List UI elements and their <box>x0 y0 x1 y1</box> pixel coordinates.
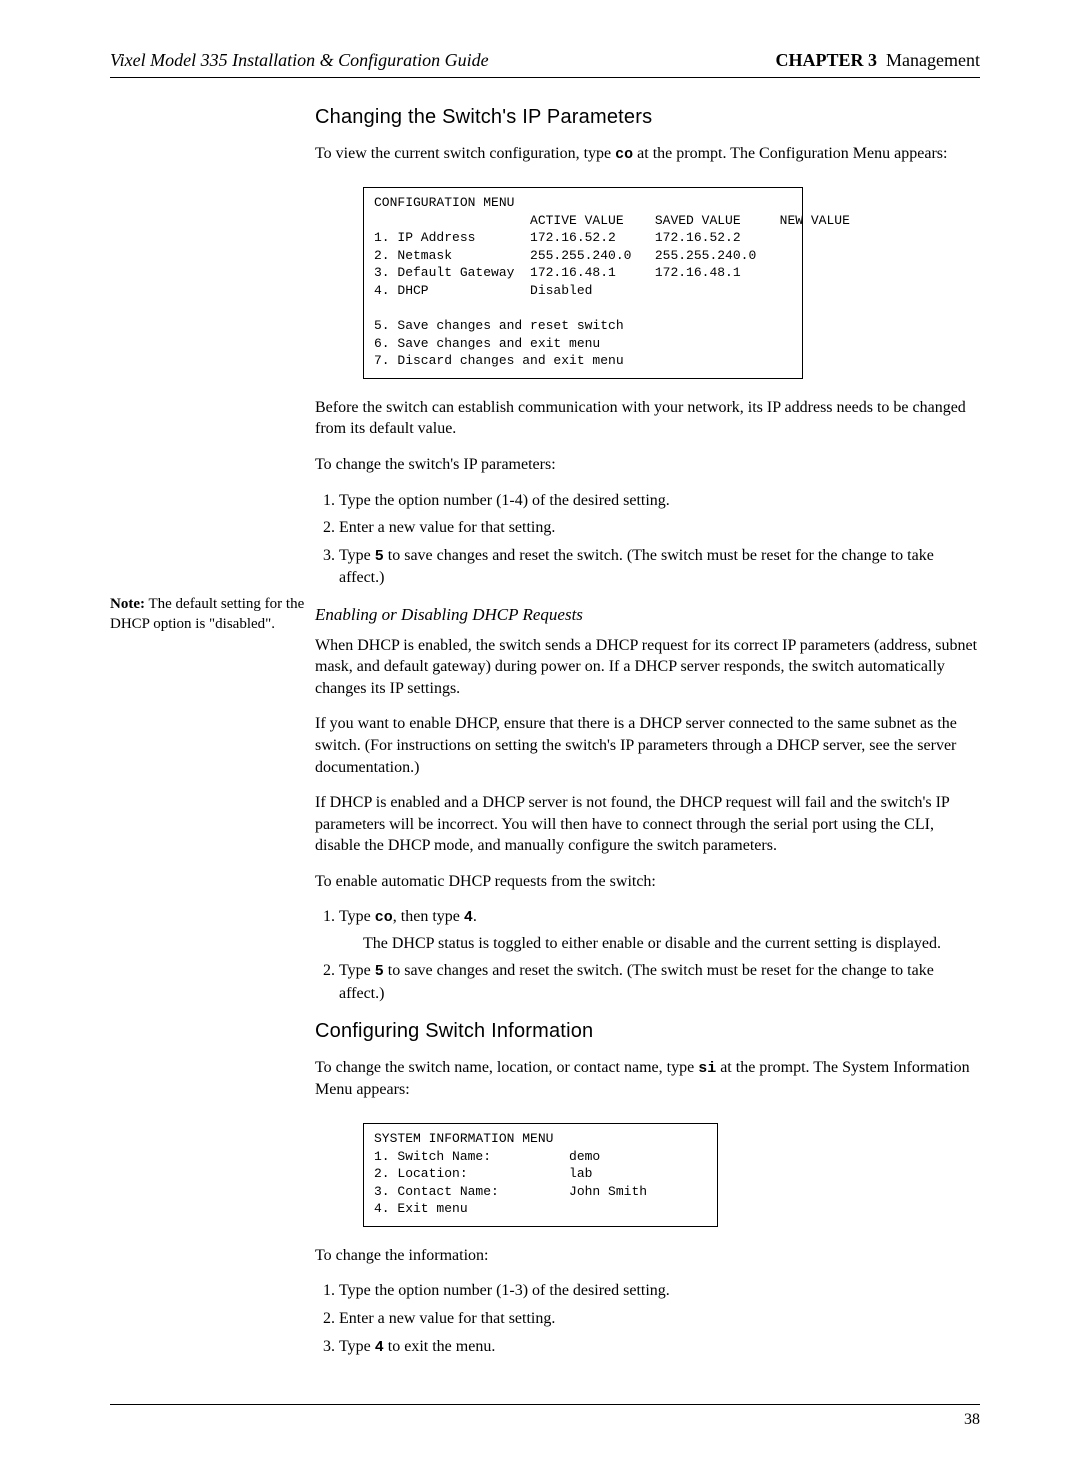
header-chapter: CHAPTER 3 Management <box>776 50 980 71</box>
step-text-mid: , then type <box>393 908 464 925</box>
paragraph-to-change: To change the switch's IP parameters: <box>315 454 980 476</box>
main-column: Changing the Switch's IP Parameters To v… <box>315 106 980 1374</box>
margin-column: Note: The default setting for the DHCP o… <box>110 106 315 1374</box>
step-text-before: Type <box>339 908 375 925</box>
paragraph-dhcp-4: To enable automatic DHCP requests from t… <box>315 871 980 893</box>
list-item: Enter a new value for that setting. <box>339 517 980 539</box>
paragraph-ip-change: Before the switch can establish communic… <box>315 397 980 440</box>
steps-change-ip: Type the option number (1-4) of the desi… <box>315 490 980 589</box>
header-guide-title: Vixel Model 335 Installation & Configura… <box>110 50 489 71</box>
page-footer: 38 <box>110 1404 980 1429</box>
step-sub-text: The DHCP status is toggled to either ena… <box>363 933 980 955</box>
inline-code-5: 5 <box>375 963 384 980</box>
intro-paragraph: To view the current switch configuration… <box>315 143 980 165</box>
chapter-label: CHAPTER 3 <box>776 50 878 70</box>
section-title-switch-info: Configuring Switch Information <box>315 1020 980 1043</box>
list-item: Type 5 to save changes and reset the swi… <box>339 960 980 1004</box>
step-text-after: to exit the menu. <box>384 1338 496 1355</box>
configuration-menu-box: CONFIGURATION MENU ACTIVE VALUE SAVED VA… <box>363 187 803 378</box>
intro-text-before: To change the switch name, location, or … <box>315 1059 698 1076</box>
intro-text-before: To view the current switch configuration… <box>315 145 615 162</box>
system-info-menu-box: SYSTEM INFORMATION MENU 1. Switch Name: … <box>363 1123 718 1227</box>
steps-change-info: Type the option number (1-3) of the desi… <box>315 1280 980 1357</box>
step-text-before: Type <box>339 962 375 979</box>
inline-code-4: 4 <box>464 909 473 926</box>
inline-code-4: 4 <box>375 1339 384 1356</box>
page-header: Vixel Model 335 Installation & Configura… <box>110 50 980 78</box>
step-text-before: Type <box>339 1338 375 1355</box>
margin-note: Note: The default setting for the DHCP o… <box>110 594 305 635</box>
inline-code-5: 5 <box>375 548 384 565</box>
page-number: 38 <box>964 1411 980 1428</box>
list-item: Type 5 to save changes and reset the swi… <box>339 545 980 589</box>
list-item: Enter a new value for that setting. <box>339 1308 980 1330</box>
paragraph-dhcp-3: If DHCP is enabled and a DHCP server is … <box>315 792 980 857</box>
list-item: Type the option number (1-3) of the desi… <box>339 1280 980 1302</box>
body-columns: Note: The default setting for the DHCP o… <box>110 106 980 1374</box>
paragraph-dhcp-1: When DHCP is enabled, the switch sends a… <box>315 635 980 700</box>
document-page: Vixel Model 335 Installation & Configura… <box>0 0 1080 1469</box>
step-text-after: . <box>473 908 477 925</box>
list-item: Type co, then type 4. The DHCP status is… <box>339 906 980 954</box>
intro-text-after: at the prompt. The Configuration Menu ap… <box>633 145 947 162</box>
inline-code-co: co <box>375 909 393 926</box>
step-text-before: Type <box>339 547 375 564</box>
intro-switch-info: To change the switch name, location, or … <box>315 1057 980 1101</box>
paragraph-dhcp-2: If you want to enable DHCP, ensure that … <box>315 713 980 778</box>
step-text-after: to save changes and reset the switch. (T… <box>339 962 934 1001</box>
steps-enable-dhcp: Type co, then type 4. The DHCP status is… <box>315 906 980 1004</box>
inline-code-si: si <box>698 1060 716 1077</box>
section-title-ip-parameters: Changing the Switch's IP Parameters <box>315 106 980 129</box>
subheading-dhcp: Enabling or Disabling DHCP Requests <box>315 605 980 625</box>
step-text-after: to save changes and reset the switch. (T… <box>339 547 934 586</box>
paragraph-to-change-info: To change the information: <box>315 1245 980 1267</box>
list-item: Type 4 to exit the menu. <box>339 1336 980 1358</box>
list-item: Type the option number (1-4) of the desi… <box>339 490 980 512</box>
chapter-title-text: Management <box>886 50 980 70</box>
margin-note-bold: Note: <box>110 596 145 612</box>
inline-code-co: co <box>615 146 633 163</box>
